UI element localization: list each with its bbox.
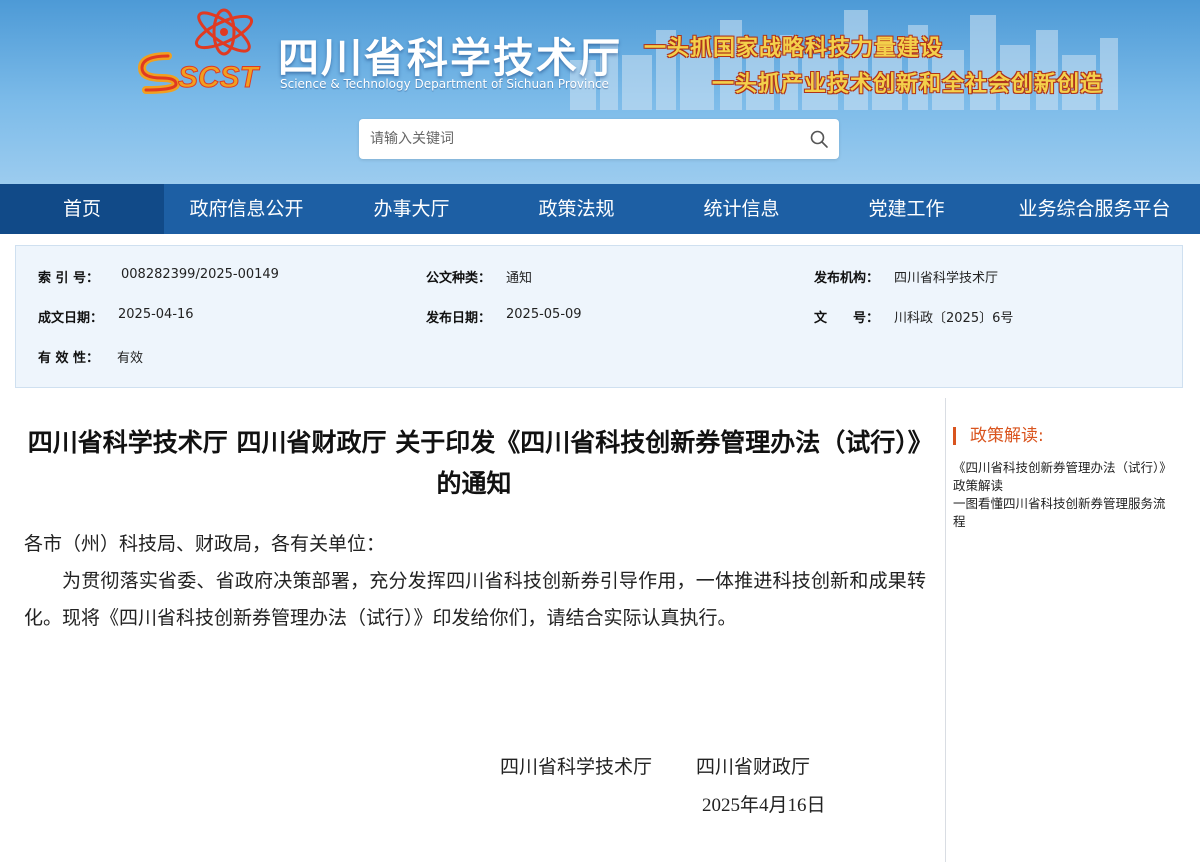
signature-org-2: 四川省财政厅 bbox=[696, 756, 811, 778]
search-icon[interactable] bbox=[809, 129, 829, 149]
article-signature: 四川省科学技术厅 四川省财政厅 bbox=[500, 752, 810, 779]
nav-business-service-platform[interactable]: 业务综合服务平台 bbox=[989, 184, 1200, 234]
validity-value: 有效 bbox=[117, 351, 144, 366]
nav-home[interactable]: 首页 bbox=[0, 184, 164, 234]
info-row-1: 索 引 号： 008282399/2025-00149 公文种类： 通知 发布机… bbox=[16, 267, 1182, 287]
info-row-3: 有 效 性： 有效 bbox=[16, 347, 1182, 367]
list-item: 一图看懂四川省科技创新券管理服务流程 bbox=[953, 495, 1173, 531]
nav-gov-info-disclosure[interactable]: 政府信息公开 bbox=[164, 184, 329, 234]
policy-interpretation-list: 《四川省科技创新券管理办法（试行）》政策解读 一图看懂四川省科技创新券管理服务流… bbox=[953, 459, 1173, 531]
written-date-value: 2025-04-16 bbox=[118, 307, 194, 322]
publish-date-label: 发布日期： bbox=[426, 311, 492, 326]
slogan-line-1: 一头抓国家战略科技力量建设 bbox=[644, 36, 944, 61]
document-info-panel: 索 引 号： 008282399/2025-00149 公文种类： 通知 发布机… bbox=[15, 245, 1183, 388]
doc-type-value: 通知 bbox=[506, 271, 533, 286]
article-title: 四川省科学技术厅 四川省财政厅 关于印发《四川省科技创新券管理办法（试行）》的通… bbox=[27, 428, 921, 498]
validity-label: 有 效 性： bbox=[38, 351, 100, 366]
search-input[interactable] bbox=[359, 119, 799, 159]
content-divider bbox=[945, 398, 946, 862]
publish-date-value: 2025-05-09 bbox=[506, 307, 582, 322]
info-row-2: 成文日期： 2025-04-16 发布日期： 2025-05-09 文 号： 川… bbox=[16, 307, 1182, 327]
policy-interpretation-heading: 政策解读: bbox=[953, 427, 1044, 445]
article-body: 为贯彻落实省委、省政府决策部署，充分发挥四川省科技创新券引导作用，一体推进科技创… bbox=[24, 570, 926, 629]
logo-lettering: SCST bbox=[178, 61, 261, 94]
site-title: 四川省科学技术厅 bbox=[278, 34, 622, 82]
search-box bbox=[359, 119, 839, 159]
issuer-label: 发布机构： bbox=[814, 271, 880, 286]
list-item: 《四川省科技创新券管理办法（试行）》政策解读 bbox=[953, 459, 1173, 495]
policy-interpretation-link[interactable]: 《四川省科技创新券管理办法（试行）》政策解读 bbox=[953, 459, 1173, 495]
index-no-label: 索 引 号： bbox=[38, 271, 100, 286]
nav-party-building[interactable]: 党建工作 bbox=[824, 184, 989, 234]
index-no-value: 008282399/2025-00149 bbox=[121, 267, 279, 282]
site-subtitle: Science & Technology Department of Sichu… bbox=[280, 77, 609, 91]
issuer-value: 四川省科学技术厅 bbox=[894, 271, 999, 286]
doc-type-label: 公文种类： bbox=[426, 271, 492, 286]
scst-logo: SCST bbox=[137, 8, 261, 95]
signature-org-1: 四川省科学技术厅 bbox=[500, 756, 653, 778]
article-sign-date: 2025年4月16日 bbox=[702, 795, 826, 816]
doc-no-label: 文 号： bbox=[814, 311, 880, 326]
nav-service-hall[interactable]: 办事大厅 bbox=[329, 184, 494, 234]
slogan-line-2: 一头抓产业技术创新和全社会创新创造 bbox=[712, 72, 1104, 97]
doc-no-value: 川科政〔2025〕6号 bbox=[894, 311, 1014, 326]
service-flow-infographic-link[interactable]: 一图看懂四川省科技创新券管理服务流程 bbox=[953, 495, 1173, 531]
article-salutation: 各市（州）科技局、财政局，各有关单位： bbox=[24, 533, 386, 555]
written-date-label: 成文日期： bbox=[38, 311, 104, 326]
main-nav: 首页 政府信息公开 办事大厅 政策法规 统计信息 党建工作 业务综合服务平台 bbox=[0, 184, 1200, 234]
site-header: SCST 四川省科学技术厅 Science & Technology Depar… bbox=[0, 0, 1200, 184]
nav-statistics[interactable]: 统计信息 bbox=[659, 184, 824, 234]
nav-policies-regulations[interactable]: 政策法规 bbox=[494, 184, 659, 234]
